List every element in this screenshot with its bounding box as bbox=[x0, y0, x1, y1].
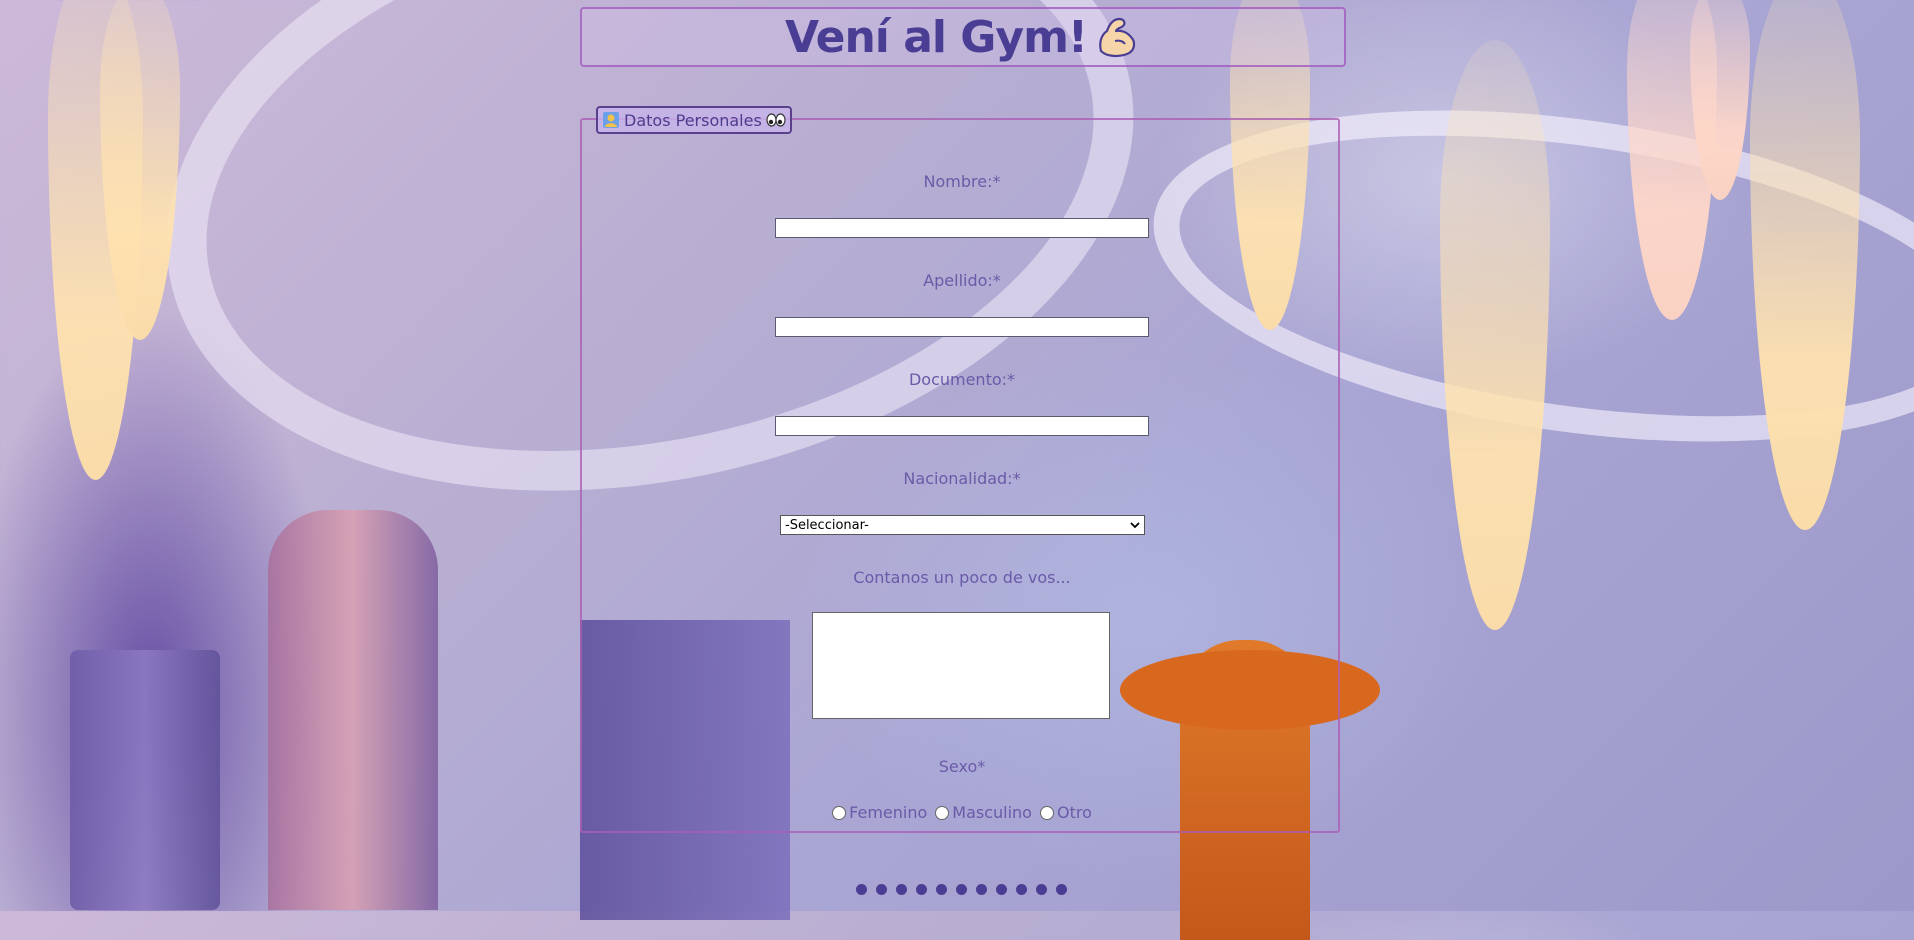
pagination-dot[interactable] bbox=[1056, 884, 1067, 895]
pagination-dot[interactable] bbox=[1036, 884, 1047, 895]
sexo-label: Sexo* bbox=[938, 757, 986, 776]
pagination-dot[interactable] bbox=[1016, 884, 1027, 895]
pagination-dot[interactable] bbox=[916, 884, 927, 895]
pagination-dot[interactable] bbox=[876, 884, 887, 895]
radio-masculino[interactable]: Masculino bbox=[935, 803, 1032, 822]
documento-input[interactable] bbox=[775, 416, 1149, 436]
about-label: Contanos un poco de vos... bbox=[853, 568, 1071, 587]
pagination-dot[interactable] bbox=[896, 884, 907, 895]
chevron-down-icon bbox=[1130, 522, 1140, 529]
nacionalidad-select[interactable]: -Seleccionar- bbox=[780, 515, 1145, 535]
flexed-biceps-icon bbox=[1099, 17, 1136, 58]
radio-label: Masculino bbox=[952, 803, 1032, 822]
fieldset-legend: Datos Personales bbox=[596, 106, 792, 134]
person-icon bbox=[603, 112, 619, 128]
about-textarea[interactable] bbox=[812, 612, 1110, 719]
pagination-dot[interactable] bbox=[856, 884, 867, 895]
nacionalidad-label: Nacionalidad:* bbox=[903, 469, 1021, 488]
radio-label: Otro bbox=[1056, 803, 1092, 822]
legend-label: Datos Personales bbox=[624, 110, 762, 130]
radio-button[interactable] bbox=[832, 805, 847, 820]
radio-button[interactable] bbox=[935, 805, 950, 820]
sexo-radio-group: Femenino Masculino Otro bbox=[582, 803, 1342, 822]
pagination-dot[interactable] bbox=[956, 884, 967, 895]
nacionalidad-selected: -Seleccionar- bbox=[785, 517, 869, 533]
radio-button[interactable] bbox=[1039, 805, 1054, 820]
radio-femenino[interactable]: Femenino bbox=[832, 803, 927, 822]
apellido-label: Apellido:* bbox=[923, 271, 1001, 290]
pagination-dot[interactable] bbox=[996, 884, 1007, 895]
nombre-input[interactable] bbox=[775, 218, 1149, 238]
page-title: Vení al Gym! bbox=[784, 11, 1088, 63]
pagination-dots bbox=[856, 884, 1067, 895]
pagination-dot[interactable] bbox=[936, 884, 947, 895]
nombre-label: Nombre:* bbox=[923, 172, 1001, 191]
page-header: Vení al Gym! bbox=[580, 7, 1346, 67]
eyes-icon bbox=[766, 113, 786, 127]
radio-otro[interactable]: Otro bbox=[1039, 803, 1092, 822]
radio-label: Femenino bbox=[849, 803, 928, 822]
personal-data-fieldset: Datos Personales Nombre:* Apellido:* Doc… bbox=[580, 106, 1342, 833]
pagination-dot[interactable] bbox=[976, 884, 987, 895]
documento-label: Documento:* bbox=[908, 370, 1016, 389]
apellido-input[interactable] bbox=[775, 317, 1149, 337]
